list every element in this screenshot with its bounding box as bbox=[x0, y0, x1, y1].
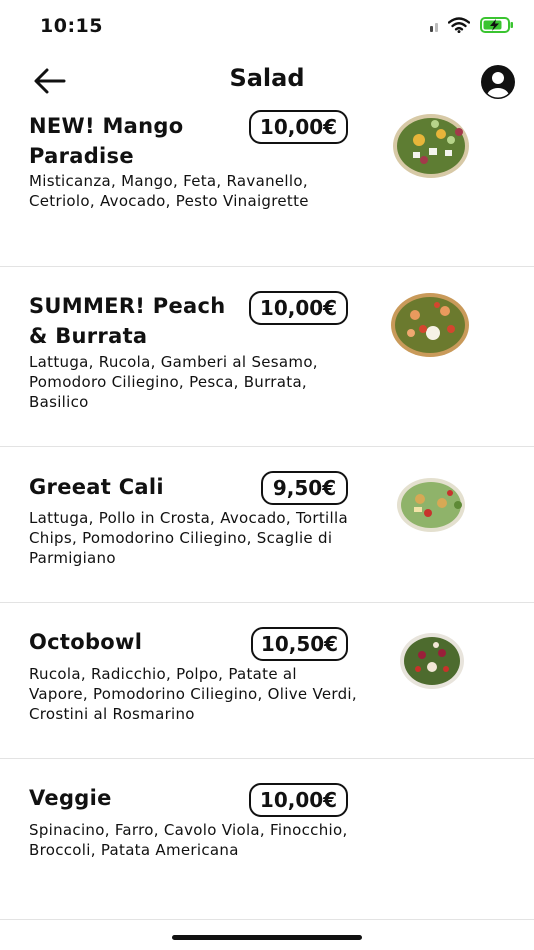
item-price[interactable]: 9,50€ bbox=[261, 471, 348, 505]
item-ingredients: Lattuga, Pollo in Crosta, Avocado, Torti… bbox=[29, 509, 348, 567]
menu-list: NEW! Mango Paradise 10,00€ Misticanza, M… bbox=[0, 106, 534, 920]
wifi-icon bbox=[448, 17, 470, 33]
status-icons bbox=[430, 17, 514, 33]
item-name: NEW! Mango Paradise bbox=[29, 114, 184, 168]
battery-charging-icon bbox=[480, 17, 513, 33]
item-name: Octobowl bbox=[29, 630, 143, 654]
status-time: 10:15 bbox=[40, 15, 103, 37]
home-indicator[interactable] bbox=[172, 935, 362, 940]
salad-image[interactable] bbox=[394, 475, 472, 535]
item-ingredients: Lattuga, Rucola, Gamberi al Sesamo, Pomo… bbox=[29, 353, 318, 411]
item-ingredients: Spinacino, Farro, Cavolo Viola, Finocchi… bbox=[29, 821, 348, 859]
menu-item[interactable]: NEW! Mango Paradise 10,00€ Misticanza, M… bbox=[0, 106, 534, 267]
item-price[interactable]: 10,50€ bbox=[251, 627, 348, 661]
menu-item[interactable]: Veggie 10,00€ Spinacino, Farro, Cavolo V… bbox=[0, 759, 534, 920]
user-account-icon bbox=[481, 65, 515, 99]
menu-item[interactable]: SUMMER! Peach & Burrata 10,00€ Lattuga, … bbox=[0, 267, 534, 447]
item-ingredients: Rucola, Radicchio, Polpo, Patate al Vapo… bbox=[29, 665, 357, 723]
salad-image[interactable] bbox=[387, 289, 473, 359]
account-button[interactable] bbox=[480, 64, 516, 100]
item-price[interactable]: 10,00€ bbox=[249, 291, 348, 325]
header: Salad bbox=[0, 58, 534, 104]
status-bar: 10:15 bbox=[0, 0, 534, 54]
salad-image[interactable] bbox=[389, 110, 475, 180]
menu-item[interactable]: Octobowl 10,50€ Rucola, Radicchio, Polpo… bbox=[0, 603, 534, 759]
menu-item[interactable]: Greeat Cali 9,50€ Lattuga, Pollo in Cros… bbox=[0, 447, 534, 603]
salad-image[interactable] bbox=[398, 631, 468, 691]
item-price[interactable]: 10,00€ bbox=[249, 783, 348, 817]
signal-icon bbox=[430, 18, 438, 32]
item-name: Greeat Cali bbox=[29, 475, 164, 499]
item-price[interactable]: 10,00€ bbox=[249, 110, 348, 144]
item-name: Veggie bbox=[29, 786, 112, 810]
item-name: SUMMER! Peach & Burrata bbox=[29, 294, 226, 348]
item-ingredients: Misticanza, Mango, Feta, Ravanello, Cetr… bbox=[29, 172, 309, 210]
page-title: Salad bbox=[229, 64, 305, 92]
